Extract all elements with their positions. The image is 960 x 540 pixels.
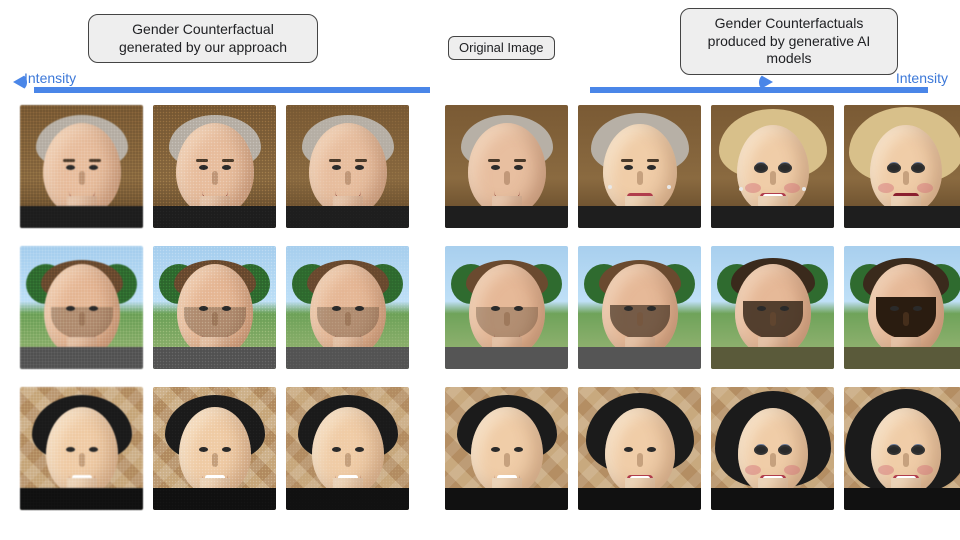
cell-genai (844, 246, 960, 369)
grid-row (20, 105, 940, 228)
face-image (844, 387, 960, 510)
face-image (445, 246, 568, 369)
face-image (153, 105, 276, 228)
face-image (578, 105, 701, 228)
face-image (20, 105, 143, 228)
face-image (20, 387, 143, 510)
caption-center: Original Image (448, 36, 555, 60)
cell-genai (711, 246, 834, 369)
cell-ours (286, 246, 409, 369)
cell-original (445, 105, 568, 228)
grid-row (20, 246, 940, 369)
face-image (711, 387, 834, 510)
caption-left: Gender Counterfactualgenerated by our ap… (88, 14, 318, 63)
face-image (844, 246, 960, 369)
face-image (711, 246, 834, 369)
cell-ours (153, 246, 276, 369)
cell-ours (153, 105, 276, 228)
face-image (286, 246, 409, 369)
cell-original (445, 246, 568, 369)
image-grid (20, 105, 940, 528)
face-image (20, 246, 143, 369)
intensity-label-left: Intensity (24, 70, 76, 86)
face-image (445, 387, 568, 510)
face-image (578, 246, 701, 369)
face-image (286, 387, 409, 510)
cell-ours (286, 105, 409, 228)
figure-root: Gender Counterfactualgenerated by our ap… (0, 0, 960, 540)
grid-row (20, 387, 940, 510)
face-image (844, 105, 960, 228)
cell-original (445, 387, 568, 510)
intensity-label-right: Intensity (896, 70, 948, 86)
face-image (153, 246, 276, 369)
cell-genai (578, 246, 701, 369)
cell-genai (578, 105, 701, 228)
face-image (711, 105, 834, 228)
cell-genai (844, 105, 960, 228)
face-image (578, 387, 701, 510)
cell-genai (711, 387, 834, 510)
cell-ours (20, 387, 143, 510)
cell-ours (20, 105, 143, 228)
caption-right: Gender Counterfactualsproduced by genera… (680, 8, 898, 75)
face-image (445, 105, 568, 228)
cell-genai (711, 105, 834, 228)
cell-genai (844, 387, 960, 510)
cell-genai (578, 387, 701, 510)
cell-ours (286, 387, 409, 510)
cell-ours (20, 246, 143, 369)
face-image (286, 105, 409, 228)
face-image (153, 387, 276, 510)
cell-ours (153, 387, 276, 510)
